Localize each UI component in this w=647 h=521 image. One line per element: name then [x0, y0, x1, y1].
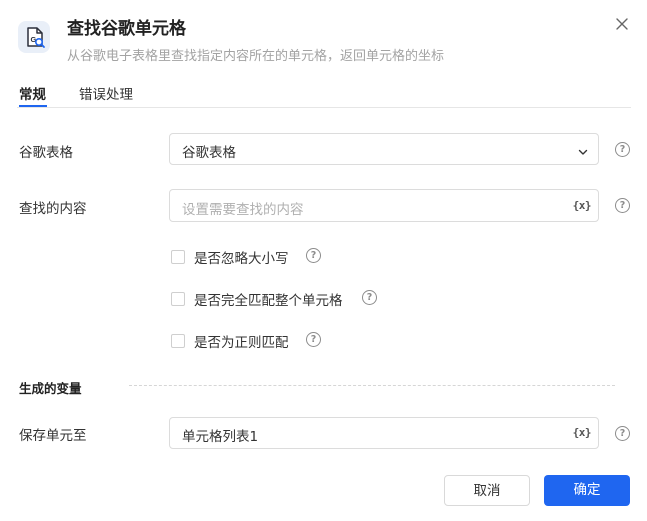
exact-match-label: 是否完全匹配整个单元格 — [194, 293, 343, 309]
regex-checkbox[interactable] — [171, 334, 185, 348]
sheet-select[interactable]: 谷歌表格 — [169, 133, 599, 165]
content-input[interactable]: 设置需要查找的内容 {x} — [169, 189, 599, 222]
confirm-button[interactable]: 确定 — [544, 475, 630, 506]
content-help-icon[interactable]: ? — [615, 198, 630, 213]
exact-match-checkbox[interactable] — [171, 292, 185, 306]
save-variable-value: 单元格列表1 — [182, 429, 259, 445]
dialog-subtitle: 从谷歌电子表格里查找指定内容所在的单元格，返回单元格的坐标 — [67, 49, 445, 64]
ignore-case-label: 是否忽略大小写 — [194, 251, 289, 267]
section-divider — [129, 385, 615, 386]
content-label: 查找的内容 — [19, 201, 87, 217]
chevron-down-icon[interactable] — [577, 143, 589, 155]
insert-variable-icon[interactable]: {x} — [573, 199, 592, 212]
tab-divider — [17, 107, 631, 108]
output-section-title: 生成的变量 — [19, 381, 82, 396]
tab-general[interactable]: 常规 — [19, 83, 46, 103]
cancel-button[interactable]: 取消 — [444, 475, 530, 506]
close-icon[interactable] — [612, 14, 632, 34]
save-label: 保存单元至 — [19, 428, 87, 444]
exact-match-help-icon[interactable]: ? — [362, 290, 377, 305]
insert-variable-icon[interactable]: {x} — [573, 426, 592, 439]
ignore-case-help-icon[interactable]: ? — [306, 248, 321, 263]
sheet-select-value: 谷歌表格 — [182, 145, 236, 161]
tab-error-handling[interactable]: 错误处理 — [79, 83, 133, 103]
regex-help-icon[interactable]: ? — [306, 332, 321, 347]
save-help-icon[interactable]: ? — [615, 426, 630, 441]
dialog-title: 查找谷歌单元格 — [67, 19, 186, 39]
save-variable-input[interactable]: 单元格列表1 {x} — [169, 417, 599, 449]
sheet-help-icon[interactable]: ? — [615, 142, 630, 157]
sheet-label: 谷歌表格 — [19, 145, 73, 161]
content-input-placeholder: 设置需要查找的内容 — [182, 202, 304, 218]
regex-label: 是否为正则匹配 — [194, 335, 289, 351]
ignore-case-checkbox[interactable] — [171, 250, 185, 264]
spreadsheet-search-icon: G — [18, 21, 50, 53]
